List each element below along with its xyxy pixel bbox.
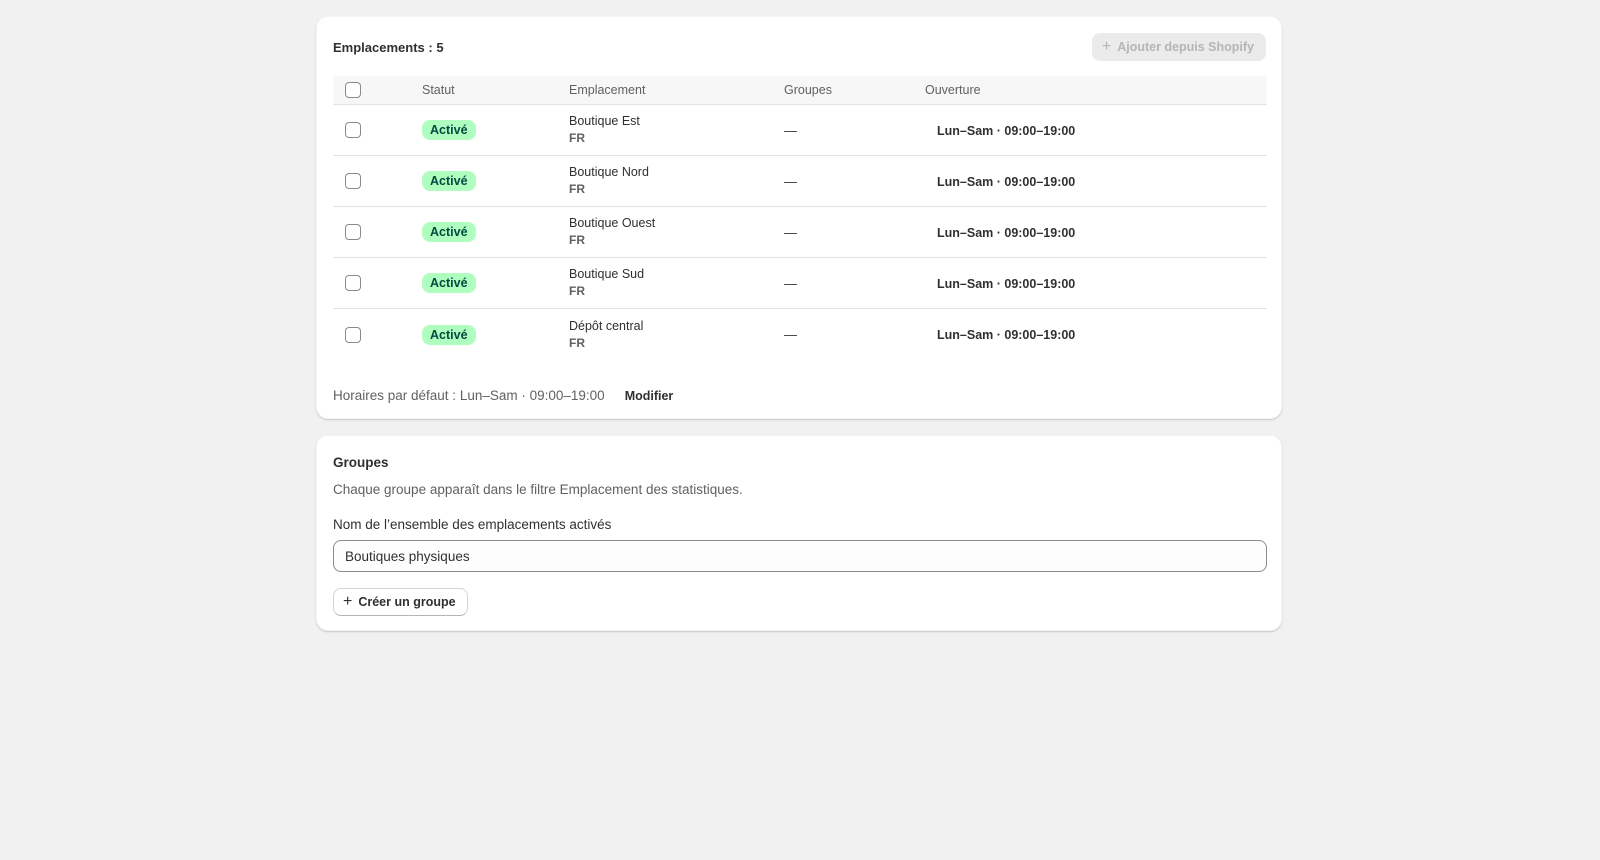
location-country: FR (569, 284, 585, 298)
add-from-shopify-label: Ajouter depuis Shopify (1117, 40, 1254, 54)
table-header: Statut Emplacement Groupes Ouverture (333, 76, 1267, 105)
location-country: FR (569, 182, 585, 196)
plus-icon: + (343, 593, 353, 610)
groups-card: Groupes Chaque groupe apparaît dans le f… (316, 435, 1282, 631)
location-groups: — (784, 327, 797, 342)
groups-description: Chaque groupe apparaît dans le filtre Em… (333, 482, 743, 497)
status-badge: Activé (422, 222, 476, 242)
row-checkbox[interactable] (345, 326, 361, 343)
select-all-checkbox[interactable] (345, 82, 361, 98)
location-groups: — (784, 275, 797, 291)
status-badge: Activé (422, 273, 476, 293)
table-row[interactable]: Activé Boutique Sud FR — Lun–Sam · 09:00… (333, 258, 1267, 309)
locations-table: Statut Emplacement Groupes Ouverture Act… (333, 76, 1267, 360)
location-name[interactable]: Dépôt central (569, 318, 784, 335)
table-row[interactable]: Activé Boutique Ouest FR — Lun–Sam · 09:… (333, 207, 1267, 258)
row-checkbox[interactable] (345, 224, 361, 240)
add-from-shopify-button[interactable]: + Ajouter depuis Shopify (1091, 33, 1266, 61)
row-checkbox[interactable] (345, 173, 361, 189)
location-name[interactable]: Boutique Est (569, 113, 784, 130)
table-row[interactable]: Activé Boutique Nord FR — Lun–Sam · 09:0… (333, 156, 1267, 207)
column-header-status[interactable]: Statut (422, 83, 569, 97)
location-name[interactable]: Boutique Nord (569, 164, 784, 181)
column-header-location[interactable]: Emplacement (569, 83, 784, 97)
locations-header: Emplacements : 5 + Ajouter depuis Shopif… (333, 32, 1266, 62)
row-checkbox[interactable] (345, 275, 361, 291)
location-name[interactable]: Boutique Sud (569, 266, 784, 283)
default-hours-line: Horaires par défaut : Lun–Sam · 09:00–19… (333, 388, 673, 403)
location-groups: — (784, 122, 797, 138)
location-hours: Lun–Sam · 09:00–19:00 (937, 276, 1076, 291)
group-name-label: Nom de l’ensemble des emplacements activ… (333, 517, 612, 532)
location-hours: Lun–Sam · 09:00–19:00 (937, 174, 1076, 189)
status-badge: Activé (422, 171, 476, 191)
row-checkbox[interactable] (345, 122, 361, 138)
location-hours: Lun–Sam · 09:00–19:00 (937, 328, 1076, 342)
column-header-groups[interactable]: Groupes (784, 83, 925, 97)
create-group-button[interactable]: + Créer un groupe (333, 588, 468, 616)
default-hours-text: Horaires par défaut : Lun–Sam · 09:00–19… (333, 388, 605, 403)
location-groups: — (784, 224, 797, 240)
table-row[interactable]: Activé Boutique Est FR — Lun–Sam · 09:00… (333, 105, 1267, 156)
modify-hours-button[interactable]: Modifier (625, 389, 674, 403)
create-group-label: Créer un groupe (358, 595, 456, 609)
table-row[interactable]: Activé Dépôt central FR — Lun–Sam · 09:0… (333, 309, 1267, 360)
plus-icon: + (1101, 38, 1112, 55)
location-groups: — (784, 173, 797, 189)
group-name-input[interactable] (333, 540, 1267, 572)
status-badge: Activé (422, 120, 476, 140)
location-country: FR (569, 233, 585, 247)
groups-title: Groupes (333, 455, 389, 470)
location-name[interactable]: Boutique Ouest (569, 215, 784, 232)
location-country: FR (569, 335, 585, 350)
locations-card: Emplacements : 5 + Ajouter depuis Shopif… (316, 16, 1282, 419)
status-badge: Activé (422, 324, 476, 345)
location-country: FR (569, 131, 585, 145)
locations-count: Emplacements : 5 (333, 39, 444, 55)
column-header-hours[interactable]: Ouverture (925, 83, 1267, 97)
location-hours: Lun–Sam · 09:00–19:00 (937, 123, 1076, 138)
location-hours: Lun–Sam · 09:00–19:00 (937, 225, 1076, 240)
